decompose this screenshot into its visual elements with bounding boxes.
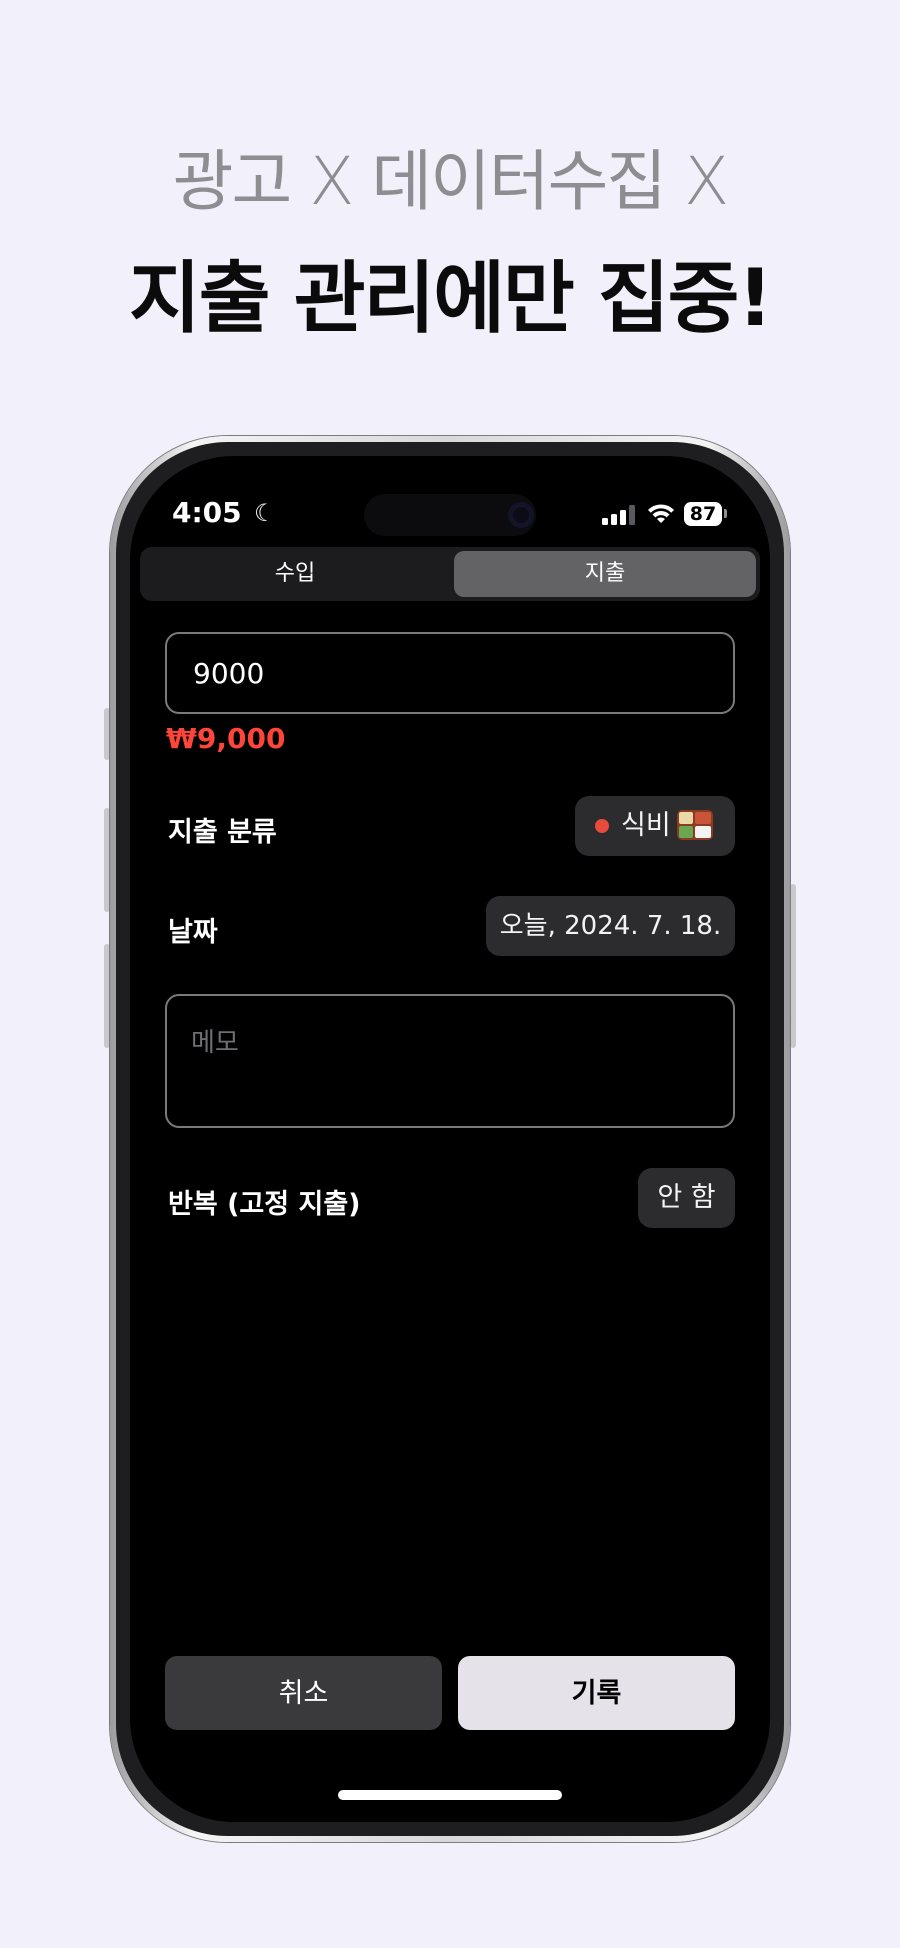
category-label: 지출 분류 bbox=[168, 817, 277, 848]
promo-page: 광고 X 데이터수집 X 지출 관리에만 집중! 4:05 ☾ 87 수입 지출… bbox=[0, 0, 900, 1948]
signal-icon bbox=[602, 505, 636, 525]
memo-input[interactable] bbox=[165, 994, 735, 1128]
bento-box-icon bbox=[677, 810, 713, 840]
moon-icon: ☾ bbox=[254, 499, 276, 527]
amount-input[interactable] bbox=[165, 632, 735, 714]
category-picker-button[interactable]: 식비 bbox=[575, 796, 735, 856]
headline-title: 지출 관리에만 집중! bbox=[129, 254, 773, 344]
repeat-picker-button[interactable]: 안 함 bbox=[638, 1168, 735, 1228]
battery-cap bbox=[724, 509, 727, 518]
cancel-button[interactable]: 취소 bbox=[165, 1656, 442, 1730]
category-value: 식비 bbox=[621, 810, 671, 841]
category-color-dot bbox=[595, 819, 609, 833]
battery-icon: 87 bbox=[684, 502, 722, 526]
repeat-label: 반복 (고정 지출) bbox=[168, 1189, 361, 1220]
wifi-icon bbox=[648, 504, 674, 523]
home-indicator[interactable] bbox=[338, 1790, 562, 1800]
amount-formatted: ₩9,000 bbox=[166, 722, 286, 755]
tab-income[interactable]: 수입 bbox=[144, 551, 446, 597]
record-button[interactable]: 기록 bbox=[458, 1656, 735, 1730]
headline-subtitle: 광고 X 데이터수집 X bbox=[172, 143, 729, 220]
type-segmented-control: 수입 지출 bbox=[140, 547, 760, 601]
date-label: 날짜 bbox=[168, 917, 218, 948]
status-time: 4:05 bbox=[172, 496, 242, 529]
phone-power-button bbox=[790, 884, 796, 1048]
date-picker-button[interactable]: 오늘, 2024. 7. 18. bbox=[486, 896, 735, 956]
tab-expense[interactable]: 지출 bbox=[454, 551, 756, 597]
camera-icon bbox=[508, 502, 534, 528]
